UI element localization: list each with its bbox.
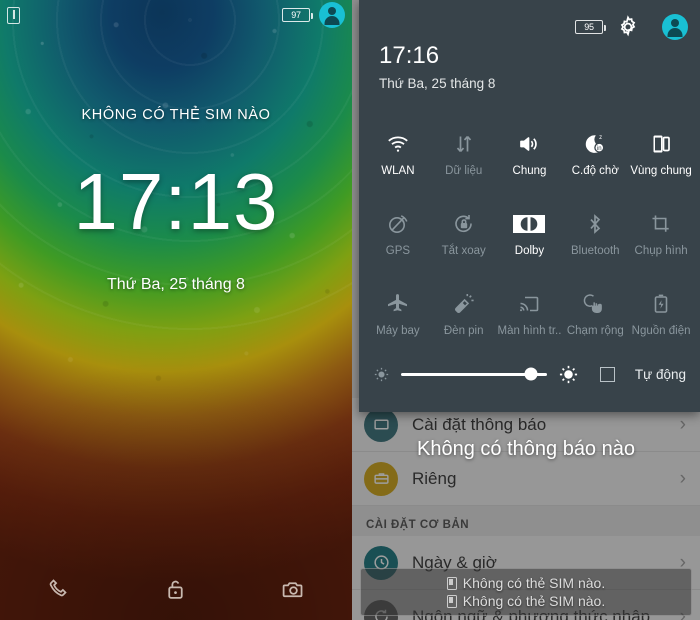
tile-sound[interactable]: Chung (497, 114, 563, 194)
lock-clock: 17:13 (73, 157, 279, 246)
phone-shortcut[interactable] (0, 577, 117, 601)
camera-icon (282, 581, 303, 597)
gps-off-icon (388, 214, 408, 233)
sim-card-icon (7, 6, 20, 24)
tile-bluetooth[interactable]: Bluetooth (562, 194, 628, 274)
screen-share-icon (653, 135, 670, 152)
tile-touch-assist[interactable]: Chạm rộng (562, 274, 628, 354)
unlock-shortcut[interactable] (117, 577, 234, 602)
quick-settings-header-icons: 95 (575, 14, 688, 40)
quick-settings-panel[interactable]: 95 17:16 Thứ Ba, 25 tháng 8 WLAN Dữ liệu… (359, 0, 700, 412)
user-avatar-icon[interactable] (662, 14, 688, 40)
data-arrows-icon (456, 135, 471, 152)
toast-line: Không có thẻ SIM nào. (446, 575, 606, 591)
rotation-lock-icon (454, 214, 472, 232)
lock-sim-message: KHÔNG CÓ THẺ SIM NÀO (81, 107, 271, 123)
quick-settings-tiles: WLAN Dữ liệu Chung in z C.độ chờ Vùng ch… (359, 110, 700, 354)
tile-screen-share[interactable]: Vùng chung (628, 114, 694, 194)
toast-line: Không có thẻ SIM nào. (446, 593, 606, 609)
tile-label: Dolby (514, 244, 545, 257)
tile-screenshot[interactable]: Chụp hình (628, 194, 694, 274)
lock-date: Thứ Ba, 25 tháng 8 (107, 276, 245, 293)
sim-card-icon (446, 576, 457, 590)
quick-settings-date: Thứ Ba, 25 tháng 8 (379, 76, 496, 91)
user-avatar-icon[interactable] (319, 2, 345, 28)
tile-wlan[interactable]: WLAN (365, 114, 431, 194)
lock-screen[interactable]: 97 KHÔNG CÓ THẺ SIM NÀO 17:13 Thứ Ba, 25… (0, 0, 352, 620)
phone-icon (49, 579, 67, 597)
brightness-row[interactable]: Tự động (359, 354, 700, 394)
tile-label: Dữ liệu (445, 164, 483, 177)
tile-label: Nguồn điện (631, 324, 691, 337)
toast-line-text: Không có thẻ SIM nào. (462, 575, 606, 591)
gear-icon[interactable] (615, 14, 641, 40)
wallpaper-vignette (0, 0, 352, 620)
camera-shortcut[interactable] (235, 577, 352, 602)
tile-label: Chụp hình (634, 244, 688, 257)
brightness-slider[interactable] (401, 367, 547, 381)
svg-text:in: in (597, 146, 602, 152)
tile-label: Bluetooth (570, 244, 620, 257)
battery-percent-label: 95 (584, 21, 594, 32)
tile-do-not-disturb[interactable]: in z C.độ chờ (562, 114, 628, 194)
wifi-icon (388, 136, 408, 152)
tile-label: GPS (385, 244, 411, 257)
tile-dolby[interactable]: Dolby (497, 194, 563, 274)
no-notifications-message: Không có thông báo nào (417, 438, 635, 460)
tile-gps[interactable]: GPS (365, 194, 431, 274)
tile-rotation-lock[interactable]: Tắt xoay (431, 194, 497, 274)
battery-percent-label: 97 (291, 9, 301, 20)
flashlight-icon (454, 293, 474, 313)
sim-card-icon (446, 594, 457, 608)
settings-screen[interactable]: Cài đặt thông báo › Riêng › CÀI ĐẶT CƠ B… (352, 0, 700, 620)
auto-brightness-checkbox[interactable] (599, 366, 615, 382)
bluetooth-icon (590, 213, 601, 234)
volume-icon (520, 136, 538, 151)
tile-label: Vùng chung (630, 164, 692, 177)
quick-settings-time: 17:16 (379, 42, 440, 69)
brightness-low-icon (374, 367, 389, 381)
do-not-disturb-icon: in z (586, 135, 605, 153)
tile-label: C.độ chờ (571, 164, 619, 177)
brightness-high-icon (559, 365, 577, 383)
tile-mobile-data[interactable]: Dữ liệu (431, 114, 497, 194)
tile-airplane-mode[interactable]: Máy bay (365, 274, 431, 354)
battery-indicator: 95 (575, 20, 606, 34)
tile-label: Đèn pin (443, 324, 484, 337)
tile-label: Màn hình tr.. (497, 324, 562, 337)
toast-line-text: Không có thẻ SIM nào. (462, 593, 606, 609)
tile-label: Tắt xoay (441, 244, 486, 257)
tile-row: GPS Tắt xoay Dolby Bluetooth Chụp hình (365, 194, 694, 274)
screen: 97 KHÔNG CÓ THẺ SIM NÀO 17:13 Thứ Ba, 25… (0, 0, 700, 620)
screenshot-icon (652, 215, 669, 232)
auto-brightness-label: Tự động (634, 366, 686, 382)
tile-row: Máy bay Đèn pin Màn hình tr.. Chạm rộng … (365, 274, 694, 354)
brightness-slider-thumb[interactable] (524, 367, 538, 381)
battery-indicator: 97 (282, 8, 313, 22)
sim-toast: Không có thẻ SIM nào. Không có thẻ SIM n… (360, 568, 692, 616)
tile-label: Máy bay (376, 324, 420, 337)
cast-screen-icon (520, 296, 539, 311)
tile-power-saver[interactable]: Nguồn điện (628, 274, 694, 354)
tile-label: WLAN (381, 164, 415, 177)
quick-settings-header: 95 17:16 Thứ Ba, 25 tháng 8 (359, 0, 700, 110)
touch-assist-icon (583, 293, 603, 313)
lock-status-bar: 97 (0, 0, 352, 30)
tile-row: WLAN Dữ liệu Chung in z C.độ chờ Vùng ch… (365, 114, 694, 194)
tile-label: Chạm rộng (566, 324, 624, 337)
tile-flashlight[interactable]: Đèn pin (431, 274, 497, 354)
svg-text:z: z (599, 135, 602, 141)
power-saver-icon (654, 294, 668, 313)
lock-action-bar (0, 558, 352, 620)
dolby-icon (513, 214, 546, 233)
tile-cast-screen[interactable]: Màn hình tr.. (497, 274, 563, 354)
tile-label: Chung (512, 164, 547, 177)
airplane-icon (387, 293, 407, 311)
unlock-padlock-icon (168, 580, 184, 599)
